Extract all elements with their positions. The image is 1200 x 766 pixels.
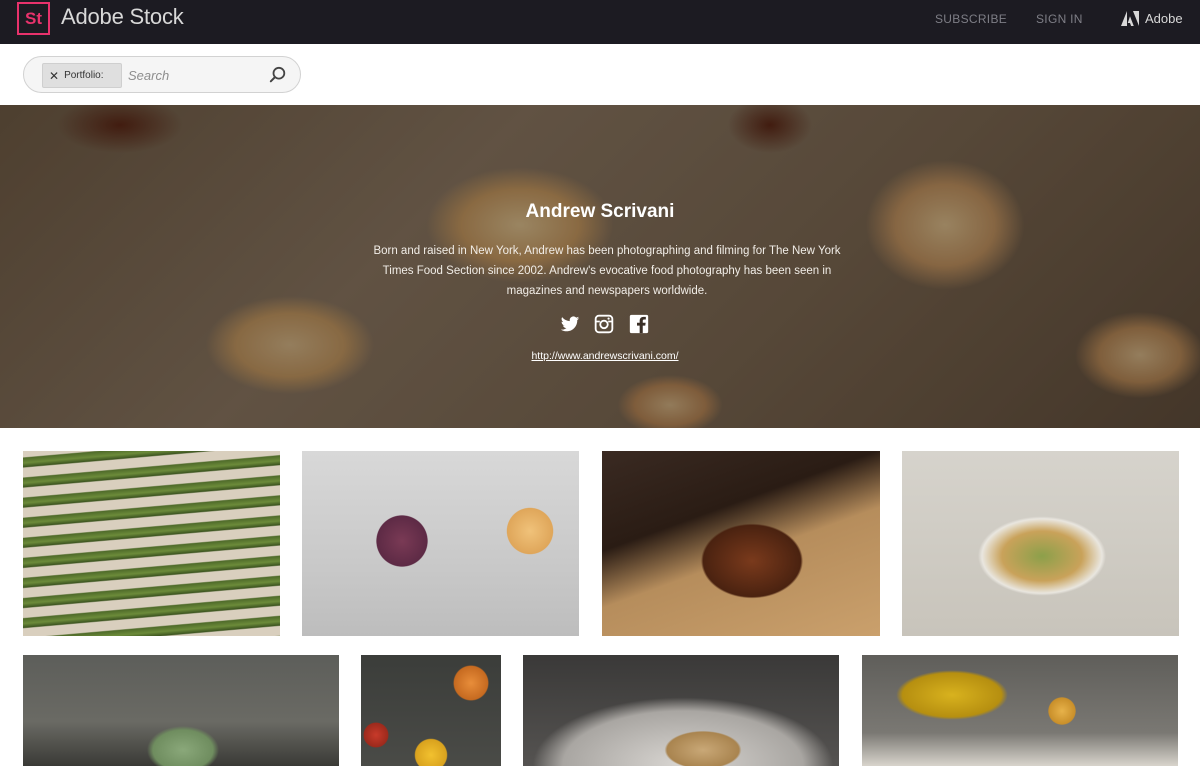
gallery-item-roses[interactable] [302, 451, 579, 636]
brand-name[interactable]: Adobe Stock [61, 4, 184, 30]
portfolio-hero: Andrew Scrivani Born and raised in New Y… [0, 105, 1200, 428]
gallery-item-fruit[interactable] [361, 655, 501, 766]
adobe-label: Adobe [1145, 10, 1183, 26]
sign-in-link[interactable]: SIGN IN [1036, 12, 1083, 26]
contributor-bio: Born and raised in New York, Andrew has … [373, 245, 841, 297]
facebook-icon[interactable] [629, 314, 649, 334]
instagram-icon[interactable] [594, 314, 614, 334]
top-bar: St Adobe Stock SUBSCRIBE SIGN IN Adobe [0, 0, 1200, 44]
portfolio-website-link[interactable]: http://www.andrewscrivani.com/ [0, 350, 1200, 362]
gallery-item-flour-cookie[interactable] [523, 655, 839, 766]
gallery-item-sliced-meat[interactable] [602, 451, 880, 636]
close-icon[interactable]: ✕ [49, 69, 59, 83]
gallery-item-asparagus[interactable] [23, 451, 280, 636]
twitter-icon[interactable] [560, 314, 580, 334]
adobe-stock-logo[interactable]: St [17, 2, 50, 35]
gallery-item-olive-oil[interactable] [862, 655, 1178, 766]
gallery-item-green-drink[interactable] [23, 655, 339, 766]
contributor-name: Andrew Scrivani [525, 201, 675, 222]
search-bar: ✕ Portfolio: [23, 56, 301, 93]
portfolio-filter-chip[interactable]: ✕ Portfolio: [42, 63, 122, 88]
search-icon[interactable] [269, 66, 287, 84]
gallery-item-pasta-plate[interactable] [902, 451, 1179, 636]
search-input[interactable] [128, 65, 258, 86]
subscribe-link[interactable]: SUBSCRIBE [935, 12, 1007, 26]
portfolio-chip-label: Portfolio: [64, 70, 104, 81]
adobe-link[interactable]: Adobe [1121, 10, 1183, 26]
adobe-logo-icon [1121, 10, 1139, 26]
